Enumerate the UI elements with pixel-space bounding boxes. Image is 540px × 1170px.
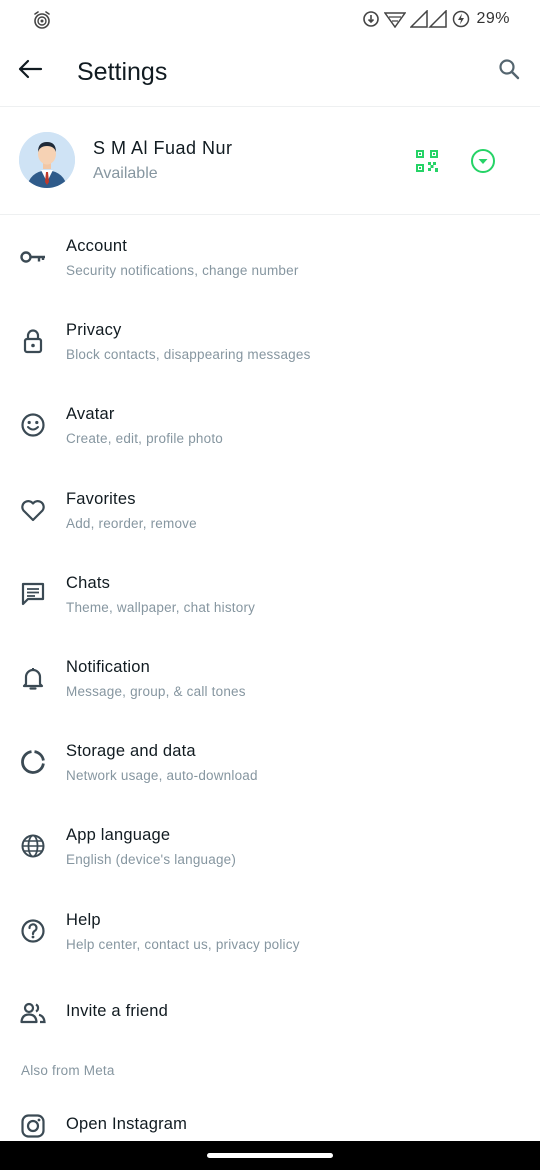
menu-item-subtitle: Create, edit, profile photo bbox=[66, 431, 223, 447]
home-gesture-handle[interactable] bbox=[207, 1153, 333, 1158]
menu-item-label: Favorites bbox=[66, 489, 136, 508]
menu-item-label: App language bbox=[66, 826, 171, 845]
menu-item-label: Privacy bbox=[66, 321, 122, 340]
menu-item-label: Help bbox=[66, 910, 101, 929]
menu-item-subtitle: Network usage, auto-download bbox=[66, 768, 258, 784]
menu-item-notification[interactable]: Notification Message, group, & call tone… bbox=[0, 636, 540, 720]
menu-item-subtitle: English (device's language) bbox=[66, 852, 237, 868]
smiley-icon bbox=[19, 411, 47, 439]
menu-item-subtitle: Help center, contact us, privacy policy bbox=[66, 936, 300, 952]
menu-item-label: Notification bbox=[66, 657, 151, 676]
expand-profile-button[interactable] bbox=[470, 148, 496, 174]
menu-item-label: Account bbox=[66, 237, 128, 255]
bell-icon bbox=[19, 664, 47, 692]
menu-item-label: Invite a friend bbox=[66, 1001, 169, 1020]
section-label-meta: Also from Meta bbox=[21, 1063, 115, 1078]
menu-item-label: Open Instagram bbox=[66, 1115, 188, 1133]
chevron-down-circle-icon bbox=[470, 149, 496, 178]
search-button[interactable] bbox=[498, 58, 524, 84]
menu-item-avatar[interactable]: Avatar Create, edit, profile photo bbox=[0, 383, 540, 467]
search-icon bbox=[498, 59, 520, 84]
profile-row[interactable]: S M Al Fuad Nur Available bbox=[0, 107, 540, 214]
wifi-icon bbox=[384, 10, 407, 28]
page-title: Settings bbox=[77, 58, 168, 86]
profile-name: S M Al Fuad Nur bbox=[93, 138, 233, 158]
menu-item-favorites[interactable]: Favorites Add, reorder, remove bbox=[0, 468, 540, 552]
status-bar: 29% bbox=[0, 0, 540, 40]
qr-code-icon bbox=[414, 150, 440, 178]
arrow-left-icon bbox=[17, 58, 43, 85]
menu-item-account[interactable]: Account Security notifications, change n… bbox=[0, 215, 540, 299]
battery-icon bbox=[452, 10, 470, 28]
lock-icon bbox=[19, 327, 47, 355]
system-navigation-bar bbox=[0, 1141, 540, 1170]
alarm-icon bbox=[32, 10, 52, 35]
settings-menu: Account Security notifications, change n… bbox=[0, 215, 540, 1057]
people-icon bbox=[19, 999, 47, 1027]
menu-item-subtitle: Theme, wallpaper, chat history bbox=[66, 599, 256, 615]
menu-item-subtitle: Block contacts, disappearing messages bbox=[66, 347, 311, 363]
instagram-icon bbox=[19, 1112, 47, 1140]
menu-item-chats[interactable]: Chats Theme, wallpaper, chat history bbox=[0, 552, 540, 636]
menu-item-subtitle: Add, reorder, remove bbox=[66, 515, 197, 531]
menu-item-privacy[interactable]: Privacy Block contacts, disappearing mes… bbox=[0, 299, 540, 383]
avatar[interactable] bbox=[19, 132, 75, 188]
menu-item-subtitle: Message, group, & call tones bbox=[66, 683, 246, 699]
battery-percent: 29% bbox=[476, 10, 510, 27]
data-saver-icon bbox=[362, 10, 380, 28]
heart-icon bbox=[19, 496, 47, 524]
menu-item-subtitle: Security notifications, change number bbox=[66, 263, 299, 278]
profile-status: Available bbox=[93, 165, 158, 182]
app-bar: Settings bbox=[0, 40, 540, 106]
chat-icon bbox=[19, 580, 47, 608]
menu-item-help[interactable]: Help Help center, contact us, privacy po… bbox=[0, 889, 540, 973]
menu-item-invite-friend[interactable]: Invite a friend bbox=[0, 973, 540, 1057]
signal-icon bbox=[410, 10, 448, 28]
help-icon bbox=[19, 917, 47, 945]
menu-item-label: Avatar bbox=[66, 405, 115, 424]
menu-item-label: Chats bbox=[66, 573, 111, 592]
storage-icon bbox=[19, 748, 47, 776]
globe-icon bbox=[19, 832, 47, 860]
menu-item-app-language[interactable]: App language English (device's language) bbox=[0, 804, 540, 888]
menu-item-label: Storage and data bbox=[66, 742, 196, 761]
qr-code-button[interactable] bbox=[414, 148, 440, 174]
menu-item-storage[interactable]: Storage and data Network usage, auto-dow… bbox=[0, 720, 540, 804]
key-icon bbox=[19, 243, 47, 271]
back-button[interactable] bbox=[14, 55, 46, 87]
